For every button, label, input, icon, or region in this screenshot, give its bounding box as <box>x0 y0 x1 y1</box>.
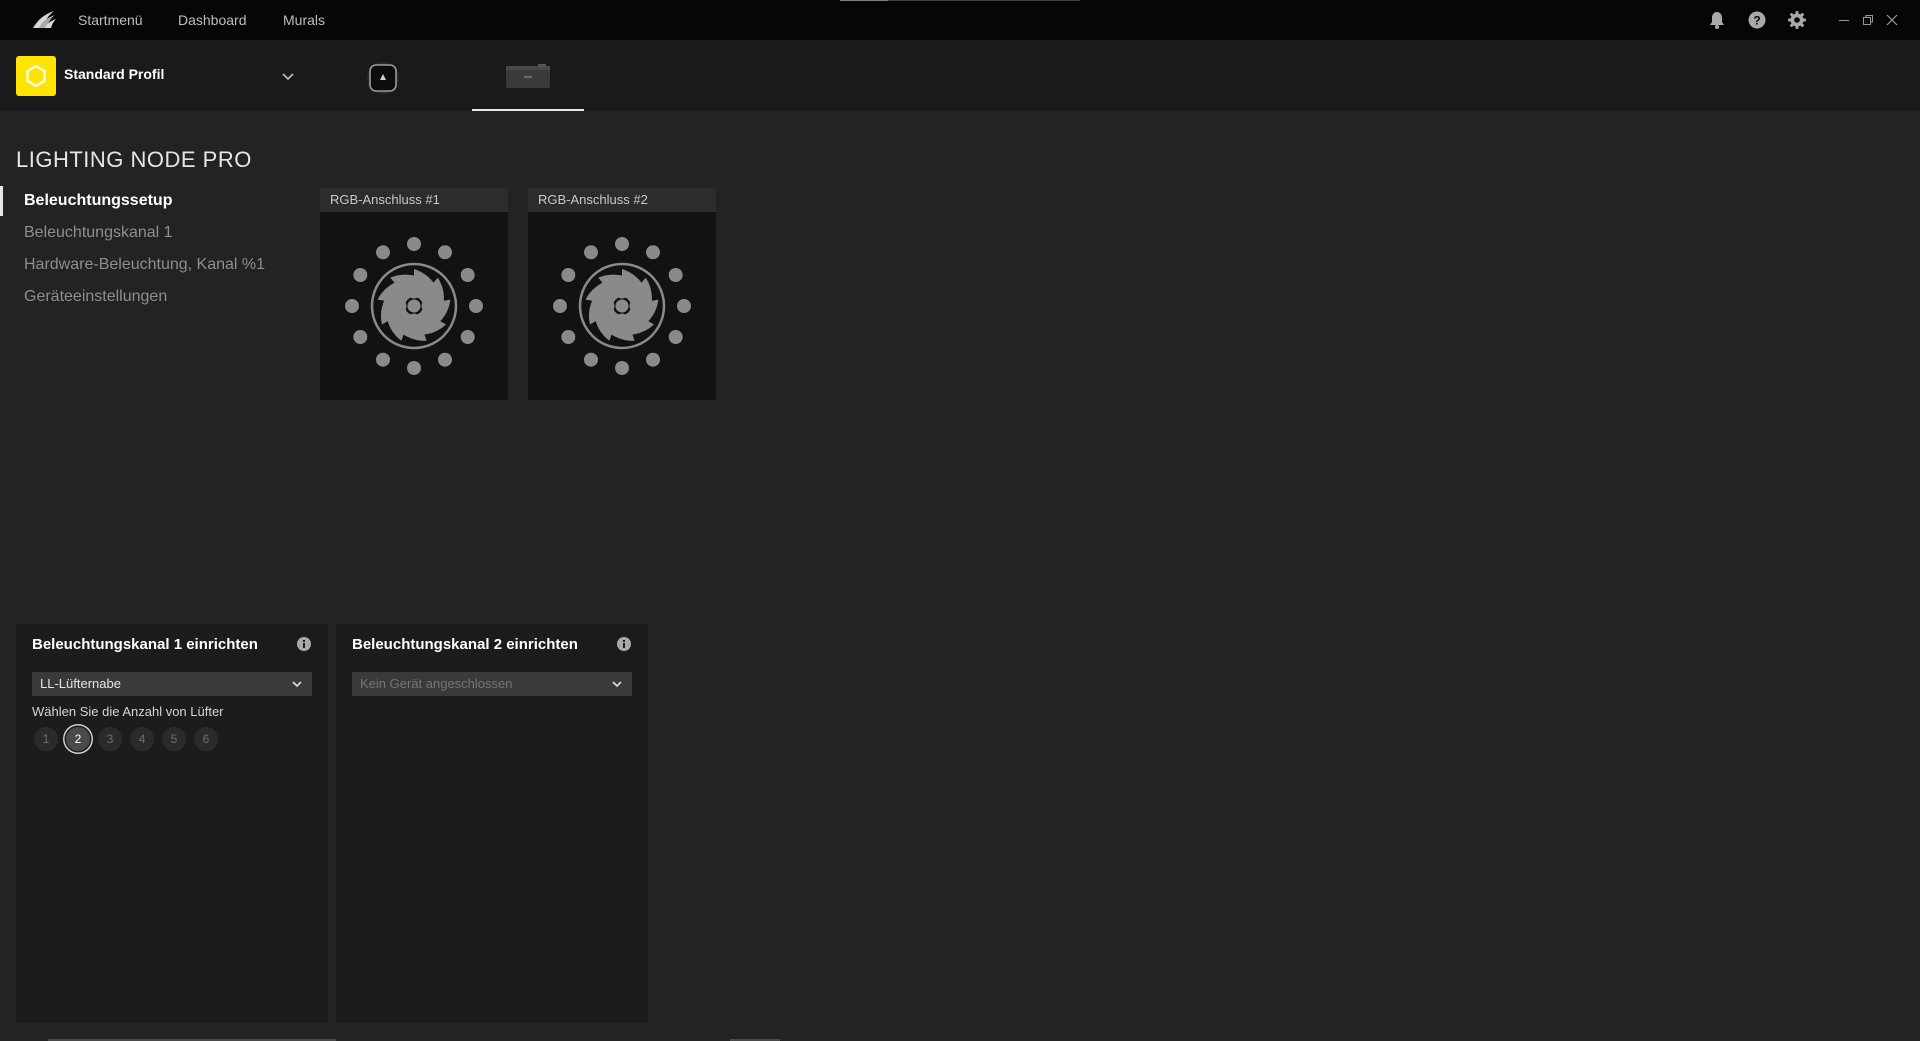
sidebar-item-device-settings[interactable]: Geräteeinstellungen <box>24 288 167 306</box>
fan-led-dot <box>584 245 598 260</box>
sidebar-active-indicator <box>0 186 3 216</box>
nav-murals[interactable]: Murals <box>283 0 325 40</box>
fan-led-dot <box>353 268 368 282</box>
chevron-down-icon <box>292 681 302 688</box>
fan-led-dot <box>353 330 368 344</box>
device-tab-lighting-node[interactable] <box>472 40 584 111</box>
device-type-value: LL-Lüfternabe <box>40 676 121 691</box>
fan-led-dot <box>460 330 475 344</box>
minimize-icon[interactable] <box>1834 10 1854 30</box>
port-header: RGB-Anschluss #2 <box>528 188 716 212</box>
restore-icon[interactable] <box>1858 10 1878 30</box>
fan-hub-led <box>615 299 629 313</box>
svg-text:?: ? <box>1753 14 1760 28</box>
fan-led-dot <box>615 361 629 375</box>
fan-hub-led <box>393 299 407 313</box>
fan-led-dot <box>668 330 683 344</box>
fan-led-dot <box>438 245 452 260</box>
cooler-device-icon <box>367 62 399 94</box>
fan-led-dot <box>561 330 576 344</box>
device-type-select[interactable]: LL-Lüfternabe <box>32 672 312 696</box>
lighting-node-device-icon <box>506 64 550 88</box>
panel-title: Beleuchtungskanal 2 einrichten <box>352 636 578 653</box>
fan-led-dot <box>407 237 421 251</box>
fan-led-dot <box>584 352 598 367</box>
device-tab-cooler[interactable] <box>352 40 414 111</box>
chevron-down-icon <box>612 681 622 688</box>
port-header: RGB-Anschluss #1 <box>320 188 508 212</box>
channel-1-panel: Beleuchtungskanal 1 einrichten LL-Lüfter… <box>16 624 328 1023</box>
rgb-port-card[interactable]: RGB-Anschluss #1 <box>320 188 508 400</box>
fan-hub-led <box>407 313 421 327</box>
close-icon[interactable] <box>1882 10 1902 30</box>
fan-hub-led <box>407 299 421 313</box>
fan-hub-led <box>407 285 421 299</box>
fan-count-option[interactable]: 1 <box>34 727 58 751</box>
fan-hub-led <box>421 299 435 313</box>
corsair-logo <box>33 11 56 28</box>
info-icon[interactable] <box>296 636 312 652</box>
fan-led-dot <box>646 352 660 367</box>
sidebar-item-hardware-lighting[interactable]: Hardware-Beleuchtung, Kanal %1 <box>24 256 265 274</box>
fan-led-dot <box>469 299 483 313</box>
fan-led-dot <box>677 299 691 313</box>
loading-indicator <box>840 0 1080 1</box>
fan-led-dot <box>407 361 421 375</box>
port-label: RGB-Anschluss #1 <box>330 192 440 207</box>
fan-count-option[interactable]: 5 <box>162 727 186 751</box>
fan-icon <box>345 237 483 375</box>
fan-led-dot <box>438 352 452 367</box>
fan-count-label: Wählen Sie die Anzahl von Lüfter <box>32 704 224 719</box>
gear-icon[interactable] <box>1786 9 1808 31</box>
chevron-down-icon[interactable] <box>280 68 296 84</box>
fan-led-dot <box>561 268 576 282</box>
port-label: RGB-Anschluss #2 <box>538 192 648 207</box>
fan-count-option[interactable]: 6 <box>194 727 218 751</box>
fan-count-option[interactable]: 4 <box>130 727 154 751</box>
device-type-value: Kein Gerät angeschlossen <box>360 676 513 691</box>
profile-name[interactable]: Standard Profil <box>64 66 164 82</box>
hexagon-icon <box>26 64 46 88</box>
sidebar-item-lighting-channel-1[interactable]: Beleuchtungskanal 1 <box>24 224 173 242</box>
title-bar: Startmenü Dashboard Murals ? <box>0 0 1920 40</box>
fan-hub-led <box>615 285 629 299</box>
channel-2-panel: Beleuchtungskanal 2 einrichten Kein Gerä… <box>336 624 648 1023</box>
sidebar-item-lighting-setup[interactable]: Beleuchtungssetup <box>24 192 172 210</box>
fan-hub-led <box>629 299 643 313</box>
fan-hub-led <box>601 299 615 313</box>
fan-led-dot <box>345 299 359 313</box>
fan-led-dot <box>460 268 475 282</box>
nav-startmenu[interactable]: Startmenü <box>78 0 143 40</box>
profile-icon[interactable] <box>16 56 56 96</box>
bell-icon[interactable] <box>1706 9 1728 31</box>
fan-count-option[interactable]: 3 <box>98 727 122 751</box>
panel-title: Beleuchtungskanal 1 einrichten <box>32 636 258 653</box>
fan-hub-led <box>615 313 629 327</box>
fan-icon <box>553 237 691 375</box>
rgb-port-card[interactable]: RGB-Anschluss #2 <box>528 188 716 400</box>
page-title: LIGHTING NODE PRO <box>16 147 252 172</box>
fan-led-dot <box>553 299 567 313</box>
fan-led-dot <box>376 352 390 367</box>
help-icon[interactable]: ? <box>1746 9 1768 31</box>
fan-led-dot <box>646 245 660 260</box>
fan-led-dot <box>615 237 629 251</box>
fan-led-dot <box>376 245 390 260</box>
fan-led-dot <box>668 268 683 282</box>
nav-dashboard[interactable]: Dashboard <box>178 0 247 40</box>
device-bar: Standard Profil <box>0 40 1920 111</box>
device-type-select[interactable]: Kein Gerät angeschlossen <box>352 672 632 696</box>
info-icon[interactable] <box>616 636 632 652</box>
fan-count-option-selected[interactable]: 2 <box>66 727 90 751</box>
